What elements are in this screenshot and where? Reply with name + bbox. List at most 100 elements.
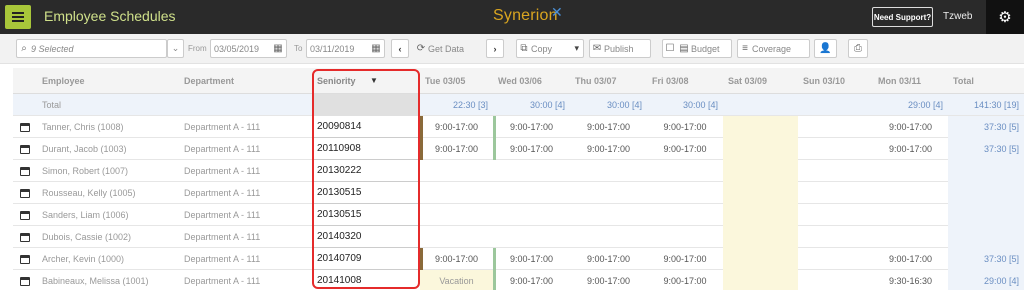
cell-fri[interactable] (647, 160, 723, 182)
cell-thu[interactable]: 9:00-17:00 (570, 248, 647, 270)
cell-sat[interactable] (723, 248, 798, 270)
cell-tue[interactable]: 9:00-17:00 (420, 248, 493, 270)
cell-wed[interactable] (493, 204, 570, 226)
cell-sun[interactable] (798, 160, 873, 182)
cell-tue[interactable]: 9:00-17:00 (420, 138, 493, 160)
cell-thu[interactable]: 9:00-17:00 (570, 138, 647, 160)
cell-sat[interactable] (723, 270, 798, 290)
table-row[interactable]: Sanders, Liam (1006) Department A - 111 20… (13, 204, 1024, 226)
calendar-icon[interactable] (13, 116, 37, 138)
col-mon[interactable]: Mon 03/11 (873, 68, 948, 94)
table-row[interactable]: Tanner, Chris (1008) Department A - 111 20… (13, 116, 1024, 138)
cell-fri[interactable]: 9:00-17:00 (647, 138, 723, 160)
user-name[interactable]: Tzweb (943, 11, 972, 22)
col-sat[interactable]: Sat 03/09 (723, 68, 798, 94)
cell-tue[interactable]: 9:00-17:00 (420, 116, 493, 138)
cell-mon[interactable] (873, 226, 948, 248)
calendar-icon[interactable] (13, 248, 37, 270)
assign-user-button[interactable]: 👤 (814, 39, 837, 58)
cell-mon[interactable]: 9:00-17:00 (873, 138, 948, 160)
col-fri[interactable]: Fri 03/08 (647, 68, 723, 94)
cell-total[interactable] (948, 182, 1024, 204)
calendar-icon[interactable] (13, 138, 37, 160)
calendar-icon[interactable]: ▦ (369, 43, 383, 54)
cell-wed[interactable]: 9:00-17:00 (493, 116, 570, 138)
cell-sun[interactable] (798, 182, 873, 204)
table-row[interactable]: Rousseau, Kelly (1005) Department A - 111… (13, 182, 1024, 204)
hamburger-menu-icon[interactable] (5, 5, 31, 29)
calendar-icon[interactable] (13, 160, 37, 182)
cell-sat[interactable] (723, 138, 798, 160)
cell-mon[interactable] (873, 160, 948, 182)
cell-tue[interactable] (420, 182, 493, 204)
chevron-down-icon[interactable]: ⌄ (167, 39, 184, 58)
col-sun[interactable]: Sun 03/10 (798, 68, 873, 94)
cell-wed[interactable]: 9:00-17:00 (493, 138, 570, 160)
cell-sun[interactable] (798, 116, 873, 138)
col-total[interactable]: Total (948, 68, 1024, 94)
sort-desc-icon[interactable]: ▼ (370, 68, 378, 94)
cell-sat[interactable] (723, 116, 798, 138)
col-tue[interactable]: Tue 03/05 (420, 68, 493, 94)
cell-mon[interactable]: 9:00-17:00 (873, 248, 948, 270)
cell-tue[interactable] (420, 160, 493, 182)
cell-sun[interactable] (798, 248, 873, 270)
col-employee[interactable]: Employee (37, 68, 179, 94)
cell-tue[interactable] (420, 204, 493, 226)
cell-fri[interactable]: 9:00-17:00 (647, 248, 723, 270)
print-button[interactable]: ⎙ (848, 39, 868, 58)
cell-sat[interactable] (723, 204, 798, 226)
cell-total[interactable]: 29:00 [4] (948, 270, 1024, 290)
publish-button[interactable]: ✉ Publish (589, 39, 651, 58)
cell-total[interactable] (948, 204, 1024, 226)
budget-button[interactable]: ☐ ▤ Budget (662, 39, 732, 58)
next-period-button[interactable]: › (486, 39, 504, 58)
cell-mon[interactable]: 9:30-16:30 (873, 270, 948, 290)
cell-fri[interactable]: 9:00-17:00 (647, 270, 723, 290)
need-support-button[interactable]: Need Support? (872, 7, 933, 27)
cell-wed[interactable]: 9:00-17:00 (493, 270, 570, 290)
cell-wed[interactable] (493, 160, 570, 182)
calendar-icon[interactable] (13, 204, 37, 226)
cell-sun[interactable] (798, 138, 873, 160)
table-row[interactable]: Babineaux, Melissa (1001) Department A - … (13, 270, 1024, 290)
cell-wed[interactable] (493, 226, 570, 248)
from-date-input[interactable]: 03/05/2019 ▦ (210, 39, 287, 58)
calendar-icon[interactable] (13, 270, 37, 290)
gear-icon[interactable]: ⚙ (986, 0, 1024, 34)
table-row[interactable]: Simon, Robert (1007) Department A - 111 20… (13, 160, 1024, 182)
calendar-icon[interactable] (13, 226, 37, 248)
cell-mon[interactable] (873, 182, 948, 204)
cell-total[interactable]: 37:30 [5] (948, 116, 1024, 138)
cell-sun[interactable] (798, 226, 873, 248)
employee-select[interactable]: ⌕ 9 Selected (16, 39, 167, 58)
get-data-button[interactable]: ⟳ Get Data (414, 39, 481, 58)
cell-sun[interactable] (798, 270, 873, 290)
cell-thu[interactable]: 9:00-17:00 (570, 116, 647, 138)
col-wed[interactable]: Wed 03/06 (493, 68, 570, 94)
table-row[interactable]: Durant, Jacob (1003) Department A - 111 20… (13, 138, 1024, 160)
cell-thu[interactable] (570, 182, 647, 204)
col-department[interactable]: Department (179, 68, 312, 94)
cell-sat[interactable] (723, 182, 798, 204)
cell-thu[interactable] (570, 226, 647, 248)
cell-tue[interactable] (420, 226, 493, 248)
col-seniority[interactable]: Seniority ▼ (312, 68, 420, 94)
coverage-button[interactable]: ≡ Coverage (737, 39, 810, 58)
cell-thu[interactable] (570, 204, 647, 226)
cell-wed[interactable] (493, 182, 570, 204)
cell-mon[interactable]: 9:00-17:00 (873, 116, 948, 138)
previous-period-button[interactable]: ‹ (391, 39, 409, 58)
cell-fri[interactable]: 9:00-17:00 (647, 116, 723, 138)
to-date-input[interactable]: 03/11/2019 ▦ (306, 39, 385, 58)
cell-sat[interactable] (723, 160, 798, 182)
cell-fri[interactable] (647, 226, 723, 248)
table-row[interactable]: Dubois, Cassie (1002) Department A - 111 2… (13, 226, 1024, 248)
cell-fri[interactable] (647, 204, 723, 226)
cell-total[interactable]: 37:30 [5] (948, 138, 1024, 160)
cell-thu[interactable] (570, 160, 647, 182)
cell-thu[interactable]: 9:00-17:00 (570, 270, 647, 290)
cell-total[interactable] (948, 226, 1024, 248)
table-row[interactable]: Archer, Kevin (1000) Department A - 111 20… (13, 248, 1024, 270)
calendar-icon[interactable]: ▦ (271, 43, 285, 54)
